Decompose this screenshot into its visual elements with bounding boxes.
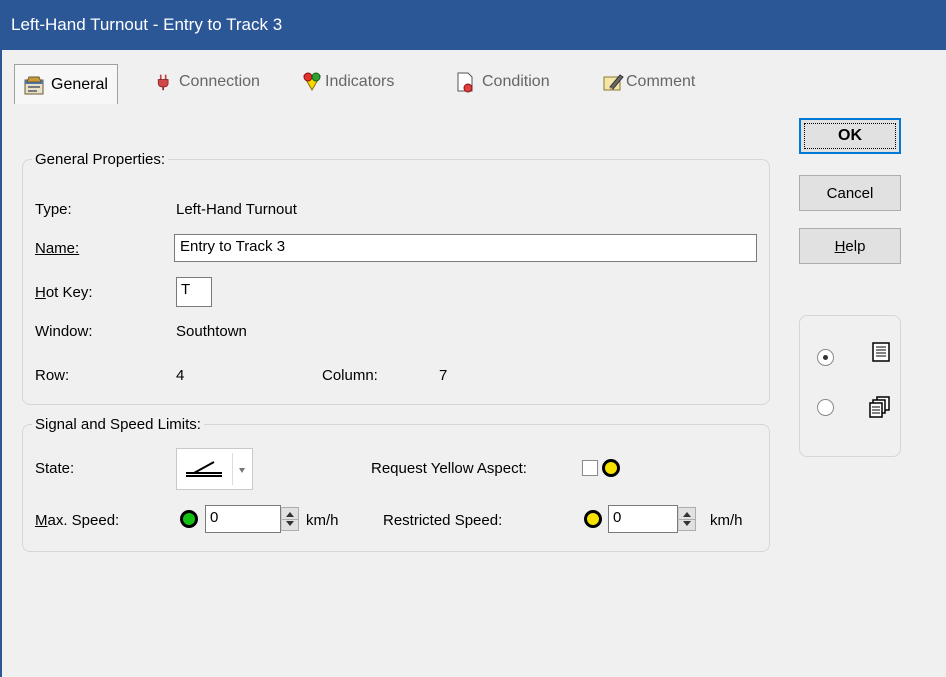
condition-icon	[457, 72, 473, 93]
column-label: Column:	[322, 367, 378, 384]
state-dropdown[interactable]	[176, 448, 253, 490]
column-value: 7	[439, 367, 448, 384]
chevron-down-icon	[239, 468, 245, 473]
restricted-speed-unit: km/h	[710, 512, 743, 529]
spin-up-icon	[683, 512, 691, 517]
name-label: Name:	[35, 240, 80, 257]
max-speed-label: Max. Speed:	[35, 512, 120, 529]
hotkey-label: Hot Key:	[35, 284, 93, 301]
general-properties-group	[22, 159, 770, 405]
cancel-button[interactable]: Cancel	[799, 175, 901, 211]
help-label: Help	[834, 237, 866, 255]
cancel-label: Cancel	[826, 184, 874, 202]
view-multiple-radio[interactable]	[817, 399, 834, 416]
indicators-icon	[303, 72, 321, 92]
tab-connection[interactable]: Connection	[155, 62, 260, 102]
comment-icon	[603, 74, 624, 91]
window-title: Left-Hand Turnout - Entry to Track 3	[0, 0, 946, 50]
request-yellow-label: Request Yellow Aspect:	[371, 460, 527, 477]
green-aspect-icon	[180, 510, 198, 528]
state-label: State:	[35, 460, 75, 477]
restricted-speed-input[interactable]: 0	[608, 505, 678, 533]
max-speed-input[interactable]: 0	[205, 505, 281, 533]
spin-down-icon	[286, 521, 294, 526]
max-speed-spinner[interactable]	[281, 507, 299, 531]
name-input[interactable]: Entry to Track 3	[174, 234, 757, 262]
restricted-speed-spinner[interactable]	[678, 507, 696, 531]
spin-up-icon	[286, 512, 294, 517]
view-mode-group	[799, 315, 901, 457]
restricted-speed-label: Restricted Speed:	[383, 512, 503, 529]
tab-label: Indicators	[325, 73, 395, 90]
yellow-aspect-icon	[584, 510, 602, 528]
single-page-icon	[872, 342, 890, 362]
general-properties-icon	[24, 76, 44, 94]
tab-comment[interactable]: Comment	[602, 62, 695, 102]
tab-label: Condition	[482, 73, 550, 90]
window-label: Window:	[35, 323, 93, 340]
tab-label: Comment	[626, 73, 696, 90]
turnout-state-icon	[186, 461, 222, 477]
yellow-aspect-icon	[602, 459, 620, 477]
type-value: Left-Hand Turnout	[176, 201, 297, 218]
signal-speed-title: Signal and Speed Limits:	[32, 416, 204, 433]
tab-indicators[interactable]: Indicators	[301, 62, 394, 102]
row-value: 4	[176, 367, 185, 384]
tab-general[interactable]: General	[14, 64, 118, 104]
multiple-pages-icon	[869, 396, 890, 418]
spin-down-icon	[683, 521, 691, 526]
tab-label: General	[51, 75, 108, 93]
tab-condition[interactable]: Condition	[454, 62, 550, 102]
ok-button[interactable]: OK	[799, 118, 901, 154]
hotkey-input[interactable]: T	[176, 277, 212, 307]
max-speed-unit: km/h	[306, 512, 339, 529]
request-yellow-checkbox[interactable]	[582, 460, 598, 476]
help-button[interactable]: Help	[799, 228, 901, 264]
plug-icon	[157, 74, 169, 91]
tab-label: Connection	[179, 73, 260, 90]
general-properties-title: General Properties:	[32, 151, 169, 168]
window-value: Southtown	[176, 323, 247, 340]
row-label: Row:	[35, 367, 70, 384]
view-single-radio[interactable]	[817, 349, 834, 366]
type-label: Type:	[35, 201, 72, 218]
window-border	[0, 50, 2, 677]
